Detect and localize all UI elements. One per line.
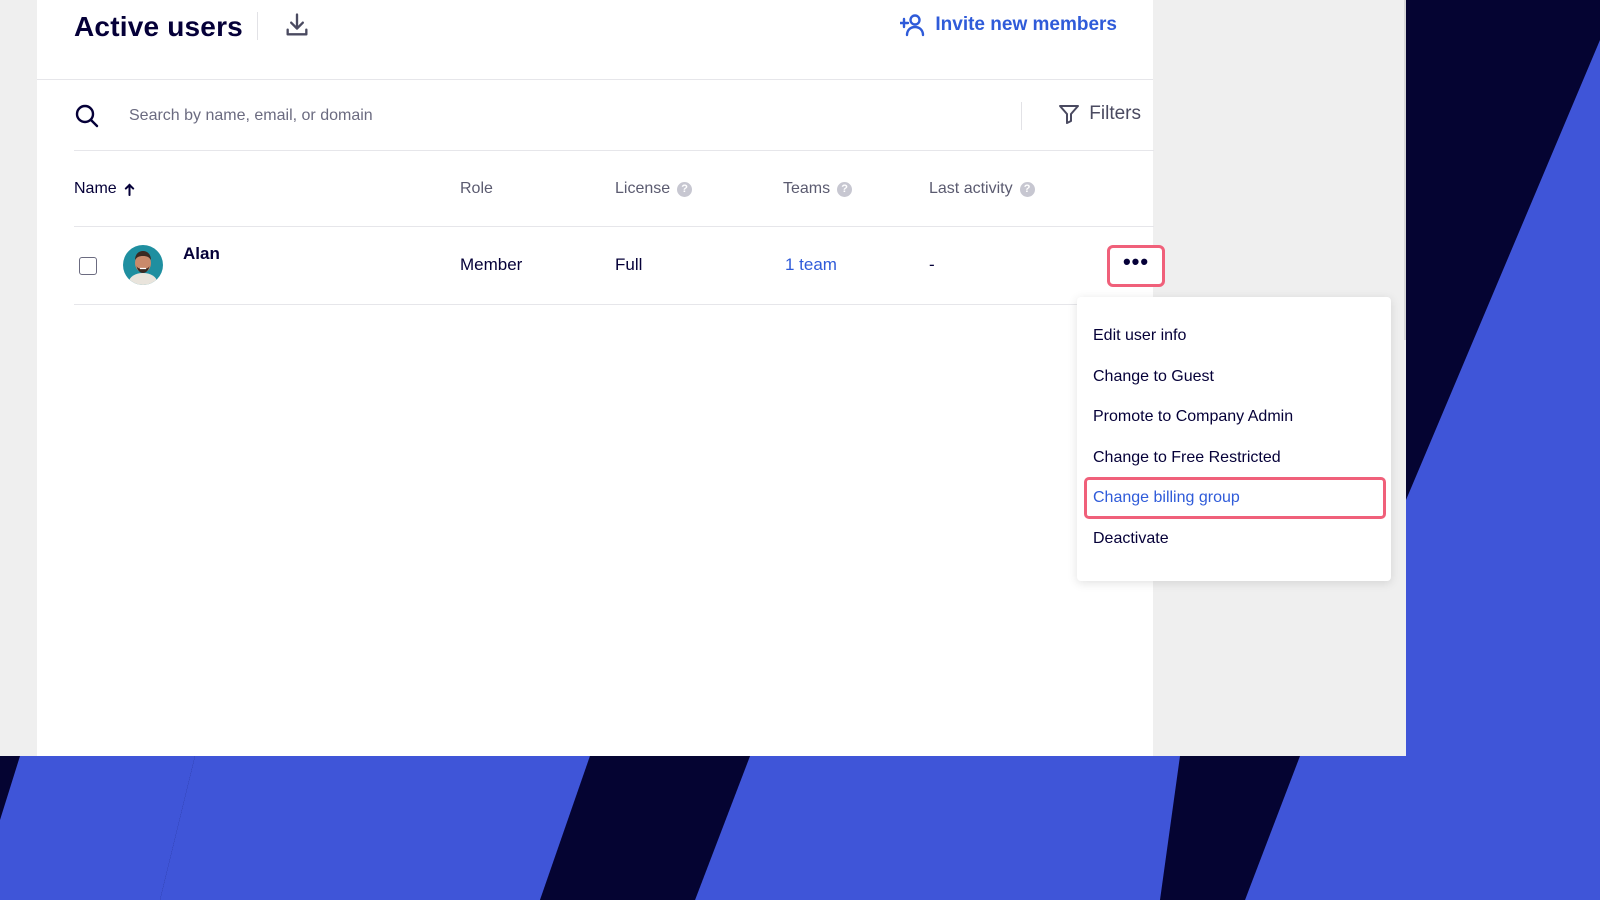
download-button[interactable] <box>283 11 311 39</box>
app-window: Active users Invite new members Search b… <box>0 0 1406 756</box>
column-header-last-activity: Last activity ? <box>929 180 1035 198</box>
search-icon <box>75 104 99 128</box>
column-teams-label: Teams <box>783 180 831 197</box>
help-icon[interactable]: ? <box>677 181 693 197</box>
column-header-license: License ? <box>615 180 693 198</box>
window-edge-divider <box>1404 0 1406 340</box>
menu-item-change-to-free-restricted[interactable]: Change to Free Restricted <box>1093 447 1281 469</box>
menu-item-promote-to-company-admin[interactable]: Promote to Company Admin <box>1093 406 1293 428</box>
invite-label: Invite new members <box>935 14 1117 35</box>
filters-label: Filters <box>1089 103 1141 124</box>
column-name-label: Name <box>74 180 117 197</box>
main-panel: Active users Invite new members Search b… <box>37 0 1165 756</box>
user-role: Member <box>460 255 523 274</box>
search-divider <box>1021 102 1022 130</box>
more-actions-button[interactable]: ••• <box>1107 245 1165 287</box>
help-icon[interactable]: ? <box>1019 181 1035 197</box>
help-icon[interactable]: ? <box>837 181 853 197</box>
more-icon: ••• <box>1122 249 1150 274</box>
menu-item-change-billing-group[interactable]: Change billing group <box>1093 487 1240 509</box>
menu-item-deactivate[interactable]: Deactivate <box>1093 528 1169 550</box>
avatar-image <box>123 245 163 285</box>
header-row-divider <box>74 226 1154 227</box>
user-license: Full <box>615 255 643 274</box>
search-bar: Filters <box>74 80 1154 151</box>
download-icon <box>286 13 308 36</box>
row-divider <box>74 304 1154 305</box>
column-last-activity-label: Last activity <box>929 180 1013 197</box>
row-select-checkbox[interactable] <box>79 257 97 275</box>
sort-arrow-up-icon <box>124 182 134 196</box>
page-title: Active users <box>74 11 243 42</box>
column-header-name[interactable]: Name <box>74 180 135 198</box>
column-header-role: Role <box>460 180 493 198</box>
page-header: Active users Invite new members <box>37 0 1153 80</box>
menu-item-change-to-guest[interactable]: Change to Guest <box>1093 366 1214 388</box>
user-last-activity: - <box>929 255 935 274</box>
column-license-label: License <box>615 180 671 197</box>
filters-button[interactable]: Filters <box>1057 102 1141 126</box>
invite-members-button[interactable]: Invite new members <box>900 12 1117 38</box>
header-divider <box>257 12 258 40</box>
user-teams-link[interactable]: 1 team <box>785 255 837 275</box>
user-name: Alan <box>183 244 220 263</box>
user-actions-menu: Edit user info Change to Guest Promote t… <box>1077 297 1391 581</box>
filter-icon <box>1059 105 1080 124</box>
column-header-teams: Teams ? <box>783 180 853 198</box>
column-role-label: Role <box>460 180 493 197</box>
menu-item-edit-user-info[interactable]: Edit user info <box>1093 325 1186 347</box>
add-user-icon <box>900 14 925 37</box>
avatar <box>123 245 163 285</box>
search-input[interactable] <box>127 100 931 132</box>
